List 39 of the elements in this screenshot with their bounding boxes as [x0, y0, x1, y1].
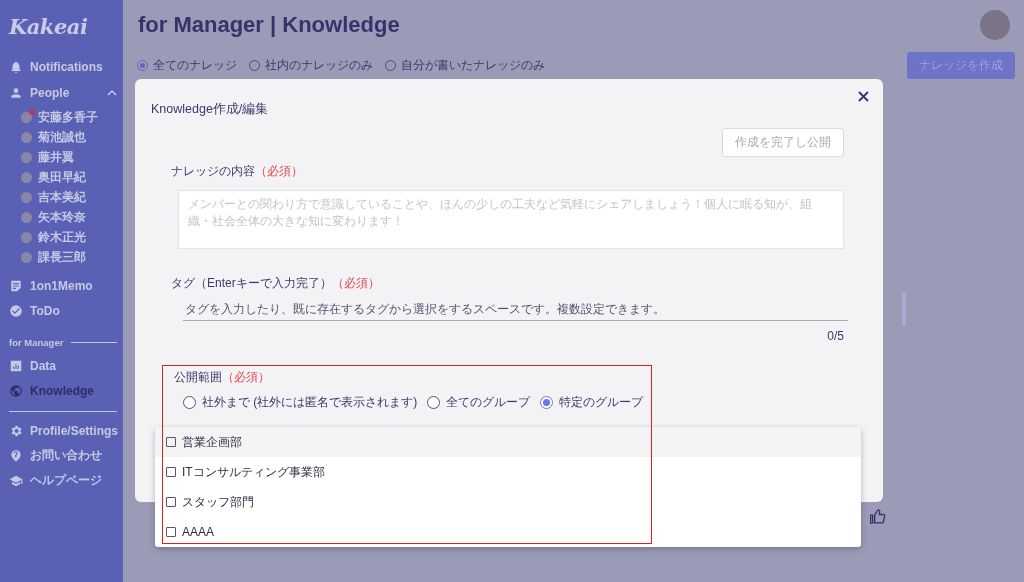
logo: Kakeai — [9, 14, 89, 39]
member-item[interactable]: 吉本美紀 — [9, 187, 117, 207]
nav-item[interactable]: お問い合わせ — [9, 443, 117, 468]
member-item[interactable]: 矢本玲奈 — [9, 207, 117, 227]
member-item[interactable]: 課長三郎 — [9, 247, 117, 267]
nav-item[interactable]: 1on1Memo — [9, 273, 117, 298]
group-option[interactable]: AAAA — [155, 517, 861, 547]
nav-item[interactable]: ヘルプページ — [9, 468, 117, 493]
tag-count: 0/5 — [827, 329, 844, 343]
field-label: 公開範囲 — [174, 370, 222, 384]
group-option[interactable]: 営業企画部 — [155, 427, 861, 457]
nav-item[interactable]: Knowledge — [9, 378, 117, 403]
field-label: ナレッジの内容 — [171, 164, 255, 178]
section-heading: for Manager — [9, 336, 64, 348]
scope-radio[interactable]: 社外まで (社外には匿名で表示されます) — [183, 394, 418, 411]
group-option[interactable]: ITコンサルティング事業部 — [155, 457, 861, 487]
filter-radio[interactable]: 社内のナレッジのみ — [249, 57, 373, 74]
member-item[interactable]: 安藤多香子 — [9, 107, 117, 127]
member-item[interactable]: 鈴木正光 — [9, 227, 117, 247]
member-item[interactable]: 藤井翼 — [9, 147, 117, 167]
filter-radio[interactable]: 自分が書いたナレッジのみ — [385, 57, 545, 74]
required-label: （必須） — [331, 276, 380, 290]
filter-radio[interactable]: 全てのナレッジ — [137, 57, 237, 74]
member-item[interactable]: 菊池誠也 — [9, 127, 117, 147]
field-label: タグ（Enterキーで入力完了） — [171, 276, 332, 290]
tag-input-field[interactable]: タグを入力したり、既に存在するタグから選択をするスペースです。複数設定できます。 — [183, 298, 848, 321]
member-item[interactable]: 奥田早紀 — [9, 167, 117, 187]
nav-item[interactable]: People — [9, 79, 117, 107]
scope-radio[interactable]: 全てのグループ — [427, 394, 531, 411]
nav-item[interactable]: Notifications — [9, 54, 117, 79]
required-label: （必須） — [222, 370, 270, 384]
nav-item[interactable]: ToDo — [9, 298, 117, 323]
page-title: for Manager | Knowledge — [138, 12, 400, 38]
required-label: （必須） — [255, 164, 303, 178]
group-option[interactable]: スタッフ部門 — [155, 487, 861, 517]
nav-item[interactable]: Data — [9, 353, 117, 378]
scope-radio[interactable]: 特定のグループ — [540, 394, 644, 411]
dialog-title: Knowledge作成/編集 — [151, 101, 270, 118]
nav-item[interactable]: Profile/Settings — [9, 418, 117, 443]
